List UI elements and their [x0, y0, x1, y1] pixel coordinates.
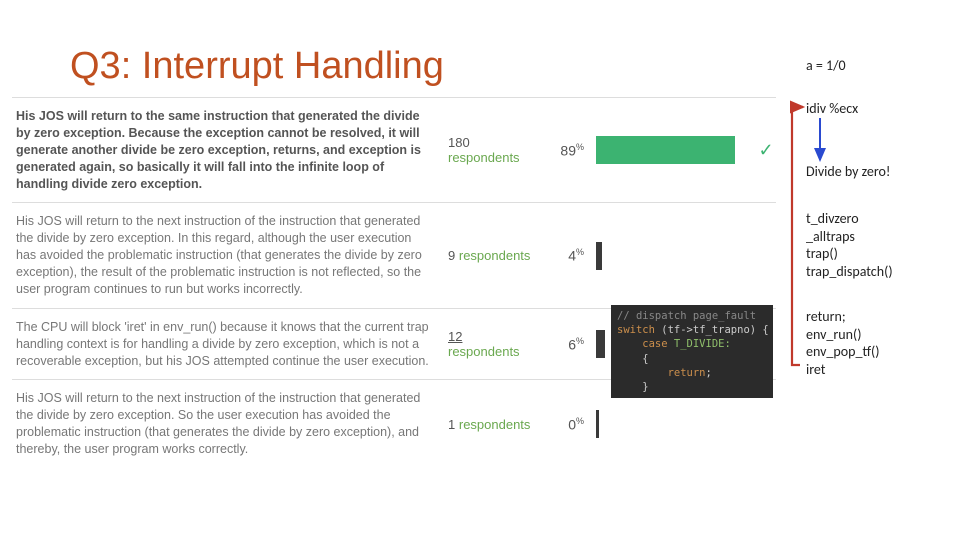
poll-bar-fill — [596, 242, 602, 270]
poll-percent: 0% — [542, 416, 590, 433]
poll-results: His JOS will return to the same instruct… — [12, 97, 776, 468]
code-const: T_DIVIDE: — [668, 338, 731, 350]
poll-respondents: 180 respondents — [442, 135, 542, 165]
poll-percent-value: 4 — [568, 248, 576, 264]
poll-option-text: The CPU will block 'iret' in env_run() b… — [12, 313, 442, 376]
poll-row: His JOS will return to the same instruct… — [12, 97, 776, 202]
flow-trap-stack: t_divzero _alltraps trap() trap_dispatch… — [806, 210, 893, 280]
poll-respondents-num: 1 — [448, 417, 455, 432]
poll-row: His JOS will return to the next instruct… — [12, 202, 776, 307]
poll-option-rest: His JOS will return to the next instruct… — [16, 214, 422, 296]
code-text: ; — [706, 367, 712, 379]
flow-exception: Divide by zero! — [806, 163, 890, 181]
flow-expr: a = 1/0 — [806, 57, 846, 75]
poll-bar — [596, 242, 752, 270]
poll-option-rest: The CPU will block 'iret' in env_run() b… — [16, 320, 429, 368]
poll-option-text: His JOS will return to the same instruct… — [12, 102, 442, 198]
code-text: (tf->tf_trapno) { — [655, 324, 769, 336]
poll-bar-fill — [596, 136, 735, 164]
poll-option-text: His JOS will return to the next instruct… — [12, 207, 442, 303]
code-snippet: // dispatch page_fault switch (tf->tf_tr… — [611, 305, 773, 398]
flow-return-stack: return; env_run() env_pop_tf() iret — [806, 308, 880, 378]
poll-option-bold: His JOS will return to the same instruct… — [16, 109, 421, 191]
poll-bar — [596, 136, 752, 164]
poll-percent: 4% — [542, 247, 590, 264]
code-keyword: switch — [617, 324, 655, 336]
code-text: { — [617, 353, 649, 365]
code-comment: // dispatch page_fault — [617, 310, 756, 322]
code-text: } — [617, 381, 649, 393]
poll-percent-value: 6 — [568, 336, 576, 352]
poll-respondents-label: respondents — [448, 150, 520, 165]
poll-respondents-num: 180 — [448, 135, 470, 150]
poll-bar — [596, 410, 752, 438]
poll-respondents: 1 respondents — [442, 417, 542, 432]
poll-percent-value: 0 — [568, 416, 576, 432]
poll-respondents-num: 9 — [448, 248, 455, 263]
poll-percent: 89% — [542, 142, 590, 159]
poll-bar-fill — [596, 330, 605, 358]
poll-percent: 6% — [542, 336, 590, 353]
poll-option-rest: His JOS will return to the next instruct… — [16, 391, 420, 456]
code-keyword: return — [617, 367, 706, 379]
poll-respondents-num: 12 — [448, 329, 462, 344]
poll-bar-fill — [596, 410, 599, 438]
poll-respondents-label: respondents — [459, 248, 531, 263]
poll-respondents: 9 respondents — [442, 248, 542, 263]
poll-percent-value: 89 — [560, 143, 576, 159]
correct-check-icon: ✓ — [756, 140, 776, 161]
poll-respondents: 12 respondents — [442, 329, 542, 359]
poll-option-text: His JOS will return to the next instruct… — [12, 384, 442, 464]
poll-respondents-label: respondents — [459, 417, 531, 432]
slide-title: Q3: Interrupt Handling — [70, 45, 444, 88]
code-keyword: case — [617, 338, 668, 350]
flow-asm: idiv %ecx — [806, 100, 858, 118]
poll-respondents-label: respondents — [448, 344, 520, 359]
